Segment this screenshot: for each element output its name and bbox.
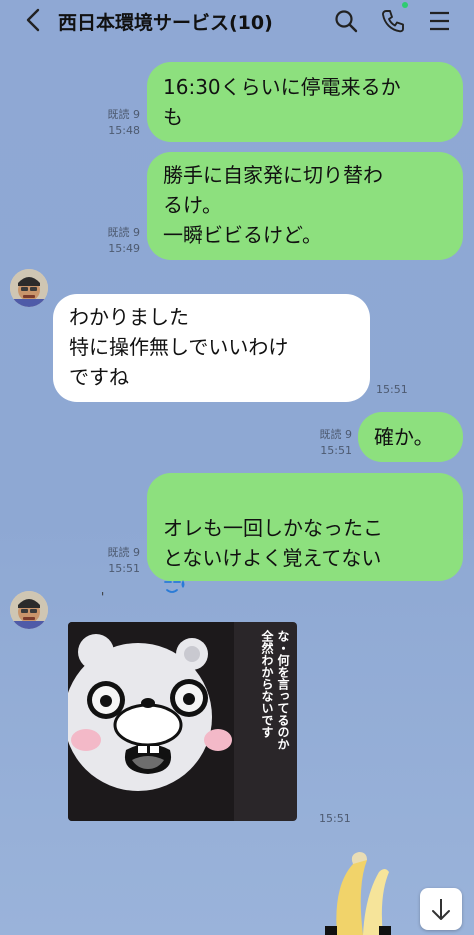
online-indicator: [402, 2, 408, 8]
message-meta: 既読 9 15:48: [100, 107, 141, 139]
message-bubble-sent[interactable]: オレも一回しかなったこ とないけよく覚えてない: [147, 473, 463, 593]
message-meta: 既読 9 15:49: [100, 225, 141, 257]
message-time: 15:51: [320, 444, 352, 457]
read-receipt: 既読 9: [319, 428, 353, 441]
avatar[interactable]: [10, 591, 48, 629]
sticker-image[interactable]: な・何を言ってるのか 全然わからないです: [68, 622, 297, 821]
scroll-to-bottom-button[interactable]: [420, 888, 462, 930]
back-icon[interactable]: [22, 7, 46, 33]
message-time: 15:49: [108, 242, 140, 255]
avatar-image: [10, 591, 48, 629]
chat-header: 西日本環境サービス(10): [0, 0, 474, 40]
banana-decoration: [325, 852, 391, 935]
read-receipt: 既読 9: [107, 226, 141, 239]
message-time: 15:48: [108, 124, 140, 137]
read-receipt: 既読 9: [107, 108, 141, 121]
message-bubble-received[interactable]: わかりました 特に操作無しでいいわけ ですね: [53, 294, 370, 402]
menu-icon[interactable]: [427, 8, 453, 34]
sticker-caption: な・何を言ってるのか 全然わからないです: [260, 630, 290, 750]
search-icon[interactable]: [333, 8, 359, 34]
message-bubble-sent[interactable]: 確か。: [358, 412, 463, 462]
message-bubble-sent[interactable]: 勝手に自家発に切り替わ るけ。 一瞬ビビるけど。: [147, 152, 463, 260]
read-receipt: 既読 9: [107, 546, 141, 559]
message-time: 15:51: [108, 562, 140, 575]
arrow-down-icon: [432, 899, 450, 920]
message-meta: 既読 9 15:51: [312, 427, 353, 459]
sender-name: ': [101, 590, 105, 604]
phone-icon[interactable]: [380, 8, 406, 34]
sweat-emoji-icon: [163, 545, 187, 593]
message-time: 15:51: [319, 812, 351, 825]
message-time: 15:51: [376, 383, 408, 396]
avatar[interactable]: [10, 269, 48, 307]
message-bubble-sent[interactable]: 16:30くらいに停電来るか も: [147, 62, 463, 142]
avatar-image: [10, 269, 48, 307]
message-text: オレも一回しかなったこ とないけよく覚えてない: [163, 516, 383, 570]
chat-title[interactable]: 西日本環境サービス(10): [58, 8, 273, 35]
message-meta: 既読 9 15:51: [100, 545, 141, 577]
